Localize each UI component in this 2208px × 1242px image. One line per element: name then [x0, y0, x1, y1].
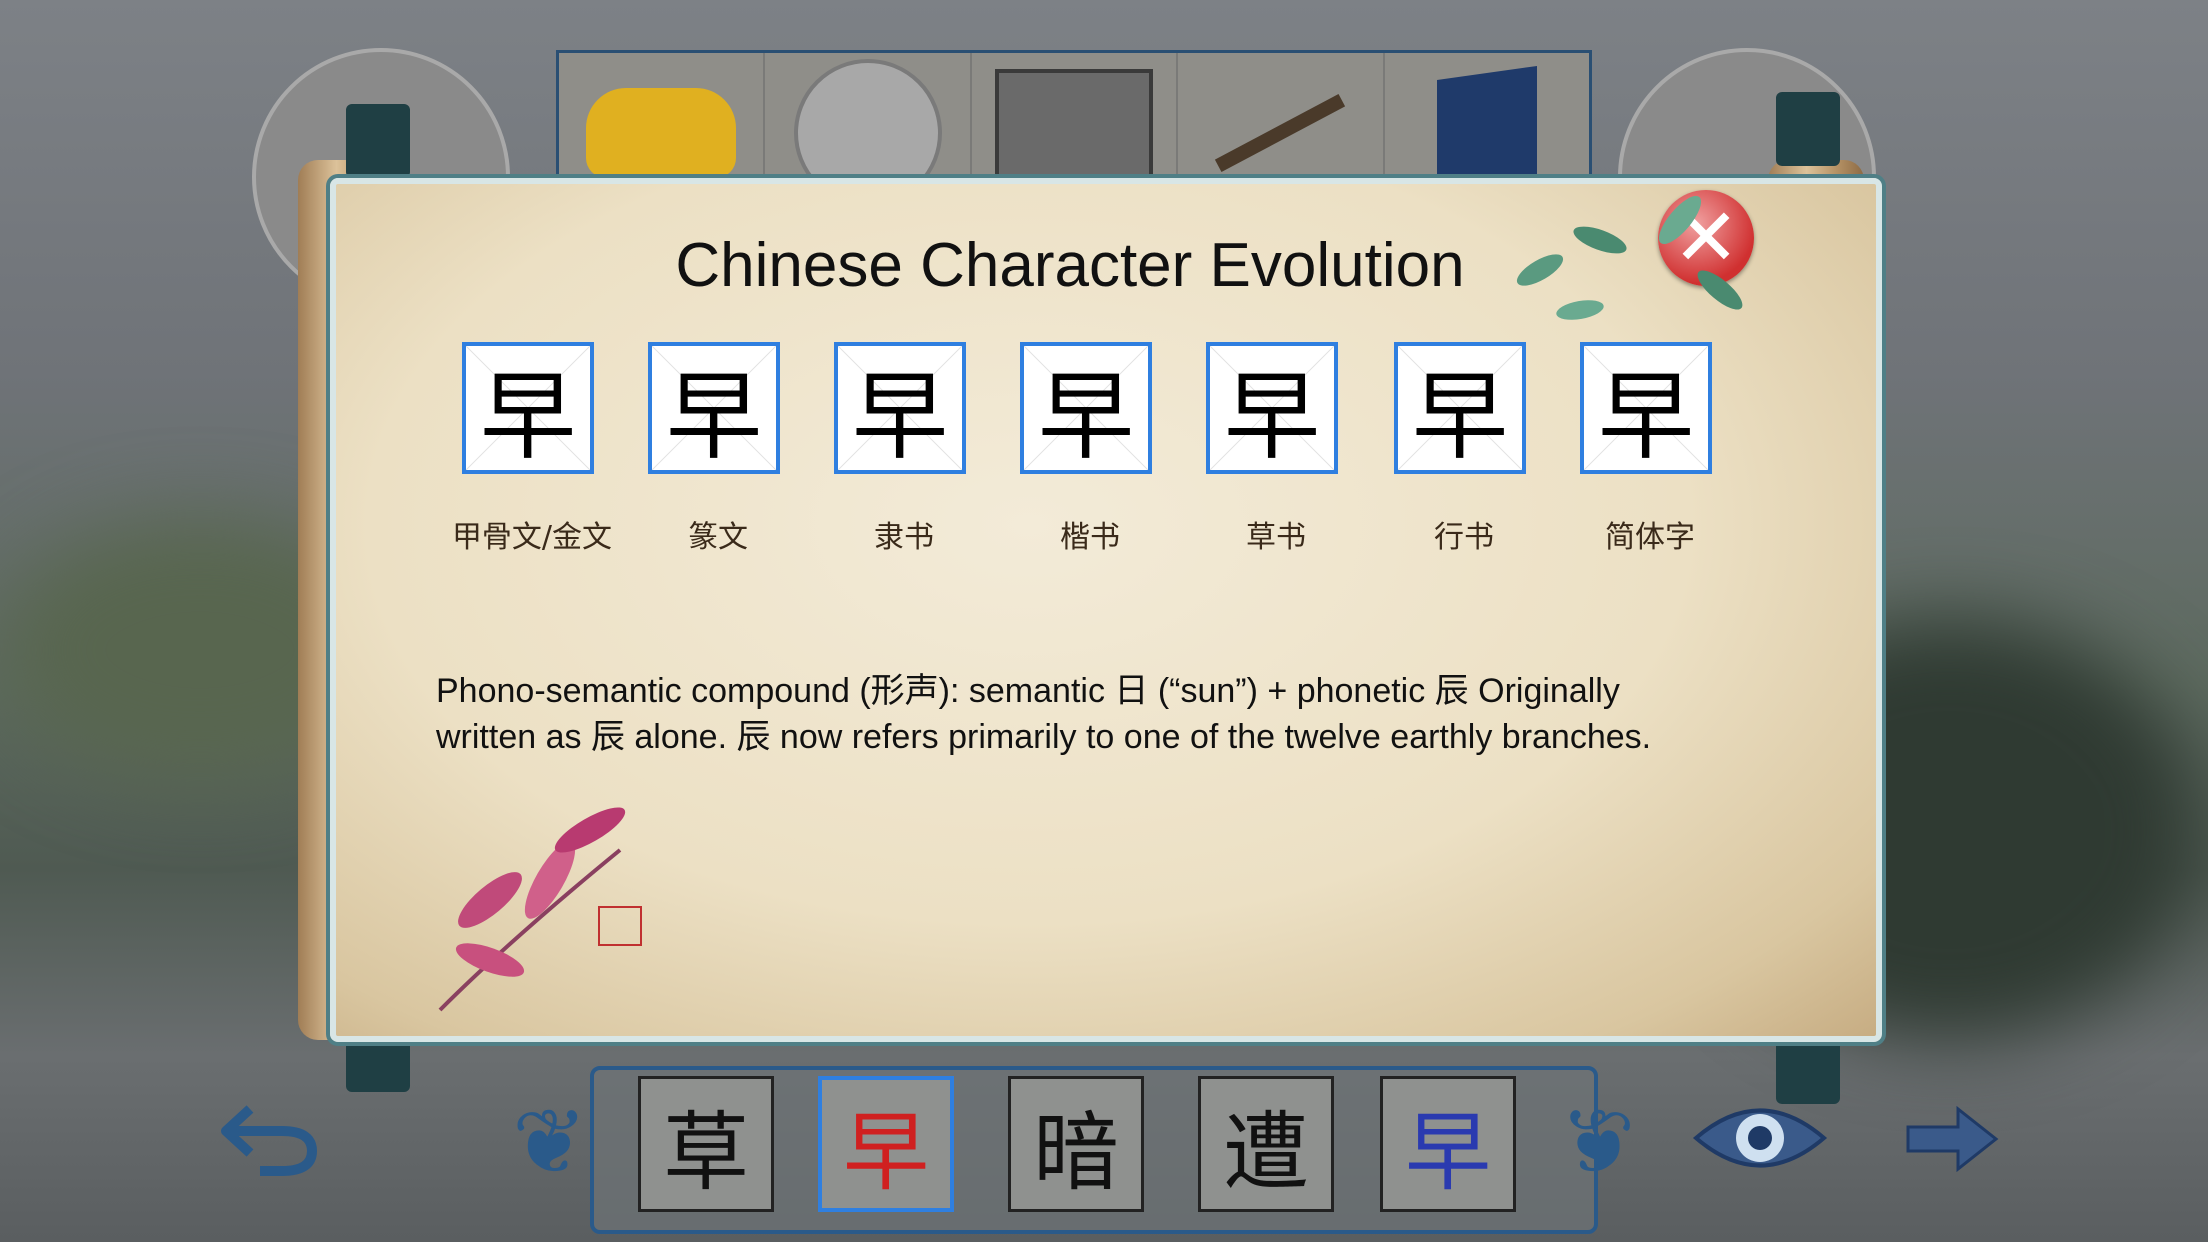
script-cursive-glyph: 早	[1206, 342, 1338, 474]
script-label: 甲骨文/金文	[451, 520, 613, 555]
left-ornament-icon: ❦	[512, 1090, 588, 1195]
scroll-left-cap-top	[346, 104, 410, 178]
script-label: 简体字	[1605, 520, 1695, 555]
script-label: 楷书	[1060, 520, 1120, 555]
red-seal-stamp	[598, 906, 642, 946]
eye-icon	[1692, 1108, 1828, 1168]
script-simplified-glyph: 早	[1580, 342, 1712, 474]
script-regular-glyph: 早	[1020, 342, 1152, 474]
back-button[interactable]	[218, 1094, 322, 1184]
script-running-glyph: 早	[1394, 342, 1526, 474]
right-ornament-icon: ❦	[1560, 1090, 1636, 1195]
script-label: 隶书	[874, 520, 934, 555]
script-clerical-glyph: 早	[834, 342, 966, 474]
back-arrow-icon	[221, 1105, 318, 1176]
character-description: Phono-semantic compound (形声): semantic 日…	[436, 672, 1652, 756]
script-label: 行书	[1434, 520, 1494, 555]
character-tile[interactable]: 草	[638, 1076, 774, 1212]
bamboo-leaves-decoration	[438, 807, 626, 1012]
character-tile-selected[interactable]: 早	[818, 1076, 954, 1212]
script-oracle-bone-glyph: 早	[462, 342, 594, 474]
character-tile[interactable]: 暗	[1008, 1076, 1144, 1212]
script-seal-glyph: 早	[648, 342, 780, 474]
modal-title: Chinese Character Evolution	[675, 231, 1465, 300]
forward-arrow-icon	[1906, 1105, 1999, 1173]
script-label: 草书	[1246, 520, 1306, 555]
view-button[interactable]	[1690, 1090, 1830, 1186]
character-tile[interactable]: 遭	[1198, 1076, 1334, 1212]
scroll-right-cap-top	[1776, 92, 1840, 166]
character-tile[interactable]: 早	[1380, 1076, 1516, 1212]
forward-button[interactable]	[1900, 1094, 2004, 1184]
script-label: 篆文	[688, 520, 748, 555]
green-leaves-decoration	[1516, 195, 1743, 320]
